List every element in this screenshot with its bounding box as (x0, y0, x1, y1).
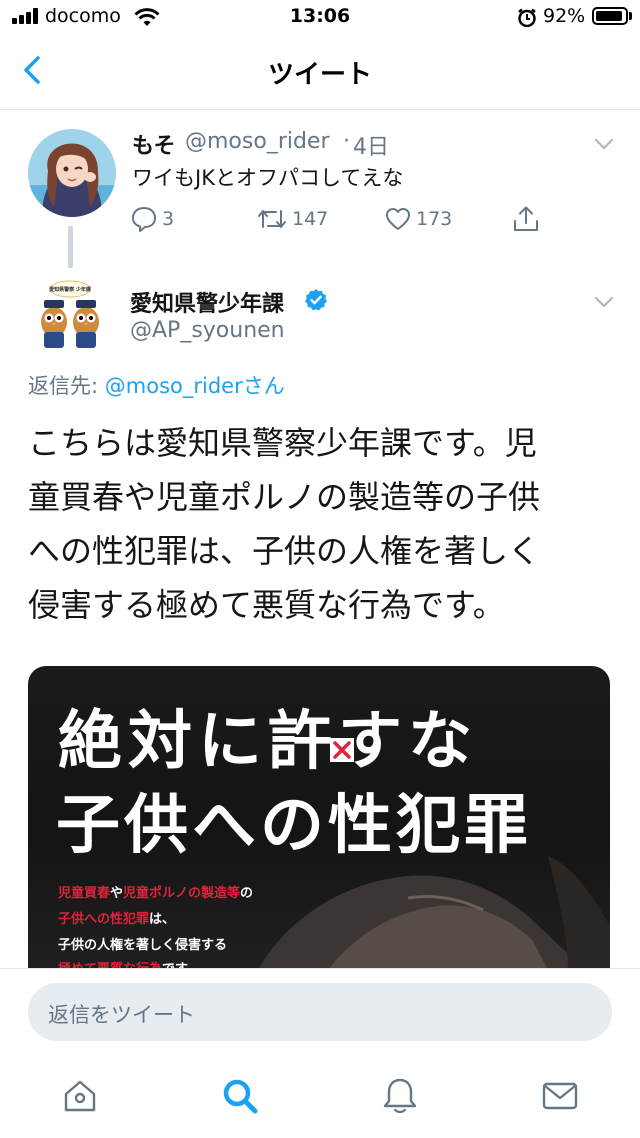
like-button[interactable]: 173 (384, 204, 452, 234)
caption-highlight: 子供への性犯罪 (58, 912, 150, 927)
poster-headline: 絶対に許すな (58, 705, 478, 779)
replying-label: 返信先: (28, 374, 105, 398)
messages-icon[interactable] (540, 1076, 580, 1116)
tweet-actions: 3 147 173 (0, 204, 640, 234)
heart-icon (386, 208, 410, 230)
meta-separator: · (343, 129, 350, 154)
tweet-text-line: 童買春や児童ポルノの製造等の子供 (28, 478, 541, 516)
like-count: 173 (416, 208, 453, 230)
tweet-text-line: への性犯罪は、子供の人権を著しく (28, 532, 541, 570)
share-button[interactable] (512, 204, 540, 234)
reply-icon (132, 207, 156, 232)
author-name[interactable]: 愛知県警少年課 (130, 286, 284, 318)
caption-text: は、 (149, 912, 176, 927)
poster-subheadline: 子供への性犯罪 (56, 789, 532, 863)
battery-percent: 92% (543, 5, 586, 27)
caption-text: や (110, 886, 124, 901)
status-bar: docomo 13:06 92% (0, 0, 640, 34)
search-icon[interactable] (220, 1076, 260, 1116)
tweet-age: 4日 (353, 135, 389, 160)
share-icon (514, 206, 538, 231)
notifications-icon[interactable] (380, 1076, 420, 1116)
author-name[interactable]: もそ (132, 128, 176, 160)
poster-caption-line: 児童買春や児童ポルノの製造等の (58, 882, 253, 901)
avatar-label: 愛知県警察 少年課 (49, 286, 92, 293)
author-handle[interactable]: @moso_rider (185, 129, 330, 154)
caption-highlight: 児童買春 (58, 886, 111, 901)
home-icon[interactable] (60, 1076, 100, 1116)
caption-highlight: 児童ポルノの製造等 (123, 886, 241, 901)
poster-caption-line: 子供の人権を著しく侵害する (58, 938, 228, 953)
avatar[interactable]: 愛知県警察 少年課 (36, 278, 104, 352)
replying-suffix: さん (242, 374, 285, 398)
tweet-text-line: 侵害する極めて悪質な行為です。 (28, 586, 505, 624)
cross-icon (330, 738, 354, 762)
tweet-text: ワイもJKとオフパコしてえな (132, 166, 404, 190)
retweet-icon (258, 210, 286, 228)
chevron-down-icon[interactable] (594, 296, 614, 308)
verified-badge-icon (305, 289, 327, 311)
tweet-image[interactable]: 絶対に許すな 子供への性犯罪 児童買春や児童ポルノの製造等の 子供への性犯罪は、… (28, 666, 610, 970)
author-handle[interactable]: @AP_syounen (130, 318, 285, 343)
nav-bar: ツイート (0, 34, 640, 110)
alarm-icon (518, 8, 536, 27)
battery-icon (592, 7, 628, 25)
caption-text: の (240, 886, 254, 901)
retweet-count: 147 (292, 208, 329, 230)
reply-count: 3 (162, 208, 175, 230)
replying-to: 返信先: @moso_riderさん (28, 370, 285, 400)
poster-caption-line: 子供への性犯罪は、 (58, 908, 175, 927)
reply-button[interactable]: 3 (130, 204, 174, 234)
reply-placeholder[interactable]: 返信をツイート (48, 999, 195, 1029)
chevron-down-icon[interactable] (594, 138, 614, 150)
battery-tip (629, 12, 632, 20)
retweet-button[interactable]: 147 (256, 204, 328, 234)
page-title: ツイート (267, 60, 372, 90)
mention-link[interactable]: @moso_rider (105, 374, 243, 398)
tweet-text-line: こちらは愛知県警察少年課です。児 (28, 424, 537, 462)
tweet-text: こちらは愛知県警察少年課です。児 童買春や児童ポルノの製造等の子供 への性犯罪は… (28, 416, 613, 632)
